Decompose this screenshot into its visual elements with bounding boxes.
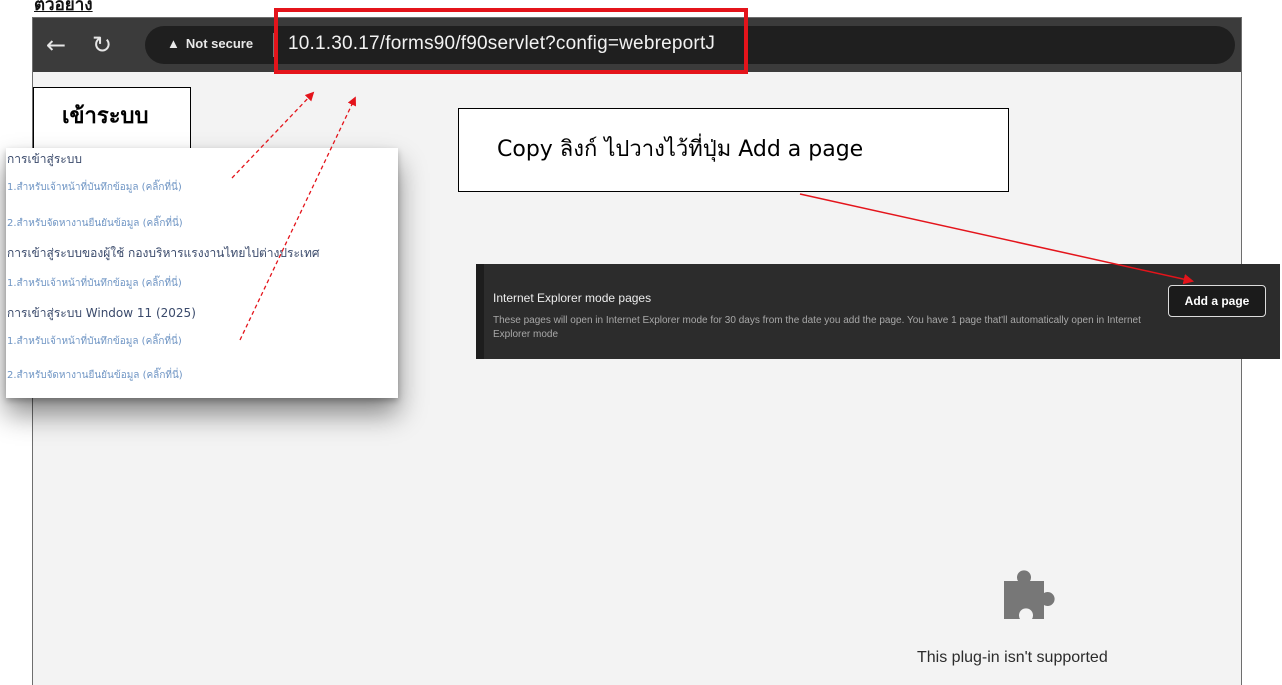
arrow-login-link-2 <box>239 96 356 341</box>
arrow-to-add-page <box>799 193 1195 285</box>
arrow-login-link-1 <box>231 91 315 179</box>
annotation-arrows <box>231 91 1195 341</box>
